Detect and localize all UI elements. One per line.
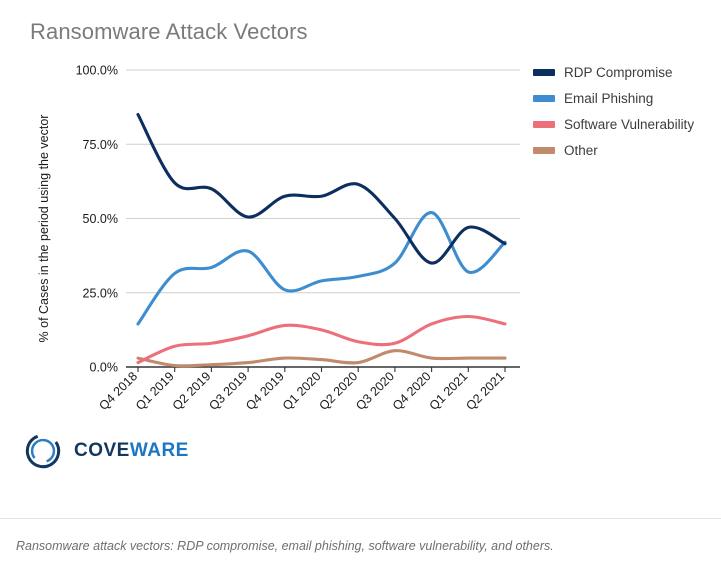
figure-root: Ransomware Attack Vectors 0.0% 25.0% 50.0%… [0,0,721,574]
series-line-email-phishing[interactable] [136,211,507,326]
y-axis-tick-label: 75.0% [83,138,118,152]
x-axis-tick-label: Q1 2021 [427,369,471,413]
legend-item-label: RDP Compromise [564,64,673,80]
coveware-ring-logo-icon [25,433,61,469]
x-axis-tick-label: Q4 2019 [243,369,287,413]
x-axis-tick-label: Q2 2020 [317,369,361,413]
x-axis-tick-label: Q1 2020 [280,369,324,413]
legend-color-swatch [533,120,555,128]
coveware-logo: COVEWARE [24,432,189,470]
legend-color-swatch [533,146,555,154]
y-axis-tick-label: 0.0% [90,361,119,375]
legend-item[interactable]: Other [533,137,718,163]
logo-text-cove: COVE [74,440,130,461]
logo-text-ware: WARE [129,440,189,461]
legend-item[interactable]: Software Vulnerability [533,111,718,137]
legend-item-label: Email Phishing [564,90,654,106]
x-axis-tick-label: Q4 2020 [390,369,434,413]
x-axis-tick-label: Q3 2019 [206,369,250,413]
y-axis-title: % of Cases in the period using the vecto… [37,115,51,343]
legend-item[interactable]: RDP Compromise [533,59,718,85]
legend-item-label: Other [564,142,598,158]
x-axis-tick-label: Q1 2019 [133,369,177,413]
chart-legend: RDP Compromise Email Phishing Software Vul… [533,59,718,163]
coveware-wordmark: COVEWARE [74,440,189,462]
legend-item[interactable]: Email Phishing [533,85,718,111]
series-line-other[interactable] [136,349,507,368]
y-axis-tick-label: 25.0% [83,286,118,300]
legend-color-swatch [533,68,555,76]
y-axis-tick-label: 100.0% [76,64,118,78]
legend-color-swatch [533,94,555,102]
figure-caption: Ransomware attack vectors: RDP compromis… [16,539,554,553]
series-line-software-vulnerability[interactable] [136,314,507,365]
x-axis-tick-label: Q3 2020 [353,369,397,413]
y-axis-tick-label: 50.0% [83,212,118,226]
x-axis-tick-label: Q2 2019 [170,369,214,413]
footer-divider [0,518,721,519]
x-axis-tick-label: Q4 2018 [96,369,140,413]
x-axis-tick-label: Q2 2021 [463,369,507,413]
chart-card: Ransomware Attack Vectors 0.0% 25.0% 50.0%… [0,0,721,518]
legend-item-label: Software Vulnerability [564,116,695,132]
